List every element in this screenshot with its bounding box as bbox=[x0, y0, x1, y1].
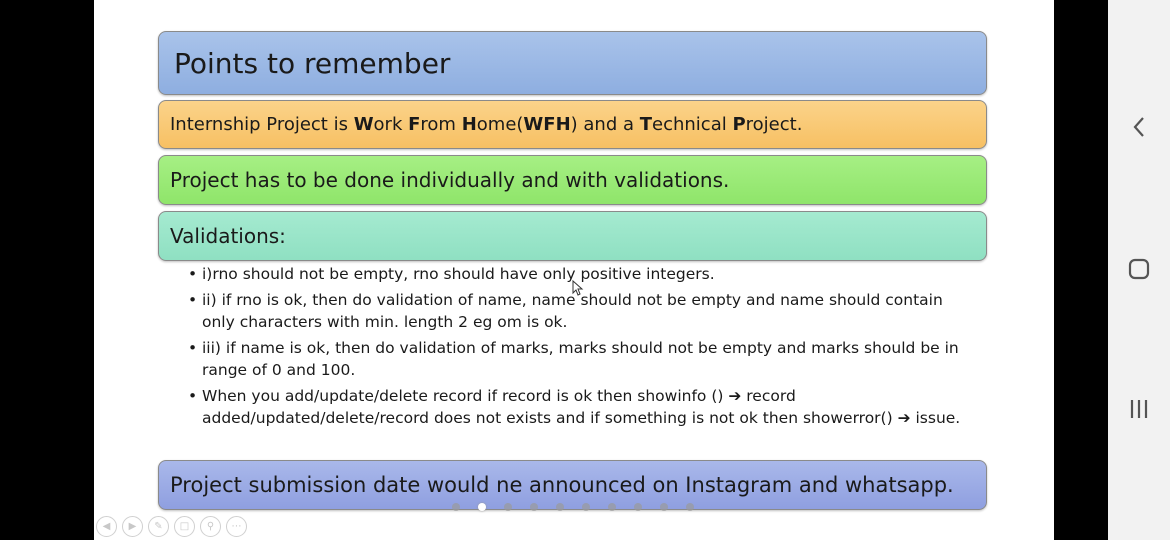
zoom-icon[interactable]: ⚲ bbox=[200, 516, 221, 537]
page-dot[interactable] bbox=[530, 503, 538, 511]
wfh-text-part: roject. bbox=[745, 114, 803, 135]
next-icon[interactable]: ▶ bbox=[122, 516, 143, 537]
wfh-text-part: W bbox=[353, 114, 374, 135]
wfh-text-part: F bbox=[408, 114, 421, 135]
mouse-cursor-icon bbox=[572, 280, 584, 296]
submission-text: Project submission date would ne announc… bbox=[170, 473, 954, 497]
validations-box: Validations: bbox=[158, 211, 987, 261]
left-letterbox bbox=[0, 0, 94, 540]
wfh-text-part: T bbox=[639, 114, 653, 135]
more-icon[interactable]: ⋯ bbox=[226, 516, 247, 537]
pen-icon[interactable]: ✎ bbox=[148, 516, 169, 537]
individual-text: Project has to be done individually and … bbox=[170, 168, 730, 192]
page-dot[interactable] bbox=[608, 503, 616, 511]
android-nav-bar bbox=[1108, 0, 1170, 540]
page-dot[interactable] bbox=[504, 503, 512, 511]
wfh-text-part: P bbox=[732, 114, 746, 135]
back-icon[interactable] bbox=[1108, 110, 1170, 144]
home-icon[interactable] bbox=[1108, 252, 1170, 286]
wfh-text-part: H bbox=[461, 114, 477, 135]
validations-header: Validations: bbox=[170, 224, 286, 248]
wfh-box: Internship Project is Work From Home(WFH… bbox=[158, 100, 987, 149]
wfh-text-part: Internship Project is bbox=[170, 114, 354, 135]
presentation-slide: Points to remember Internship Project is… bbox=[94, 0, 1054, 540]
wfh-text-part: rom bbox=[420, 114, 462, 135]
page-dot[interactable] bbox=[478, 503, 486, 511]
wfh-text-part: echnical bbox=[652, 114, 733, 135]
recents-icon[interactable] bbox=[1108, 392, 1170, 426]
wfh-text-part: WFH bbox=[523, 114, 571, 135]
page-dot[interactable] bbox=[634, 503, 642, 511]
wfh-text-part: ome( bbox=[476, 114, 524, 135]
bullet-item: iii) if name is ok, then do validation o… bbox=[188, 337, 978, 381]
slides-icon[interactable]: □ bbox=[174, 516, 195, 537]
individual-box: Project has to be done individually and … bbox=[158, 155, 987, 205]
slide-controls: ◀ ▶ ✎ □ ⚲ ⋯ bbox=[96, 516, 247, 537]
page-indicator bbox=[452, 503, 694, 511]
page-dot[interactable] bbox=[452, 503, 460, 511]
prev-icon[interactable]: ◀ bbox=[96, 516, 117, 537]
page-dot[interactable] bbox=[660, 503, 668, 511]
slide-title: Points to remember bbox=[174, 46, 451, 80]
wfh-text-part: ) and a bbox=[570, 114, 640, 135]
slide-title-box: Points to remember bbox=[158, 31, 987, 95]
wfh-text: Internship Project is Work From Home(WFH… bbox=[170, 114, 802, 135]
bullet-item: When you add/update/delete record if rec… bbox=[188, 385, 978, 429]
right-letterbox bbox=[1054, 0, 1108, 540]
page-dot[interactable] bbox=[686, 503, 694, 511]
page-dot[interactable] bbox=[582, 503, 590, 511]
wfh-text-part: ork bbox=[373, 114, 409, 135]
page-dot[interactable] bbox=[556, 503, 564, 511]
